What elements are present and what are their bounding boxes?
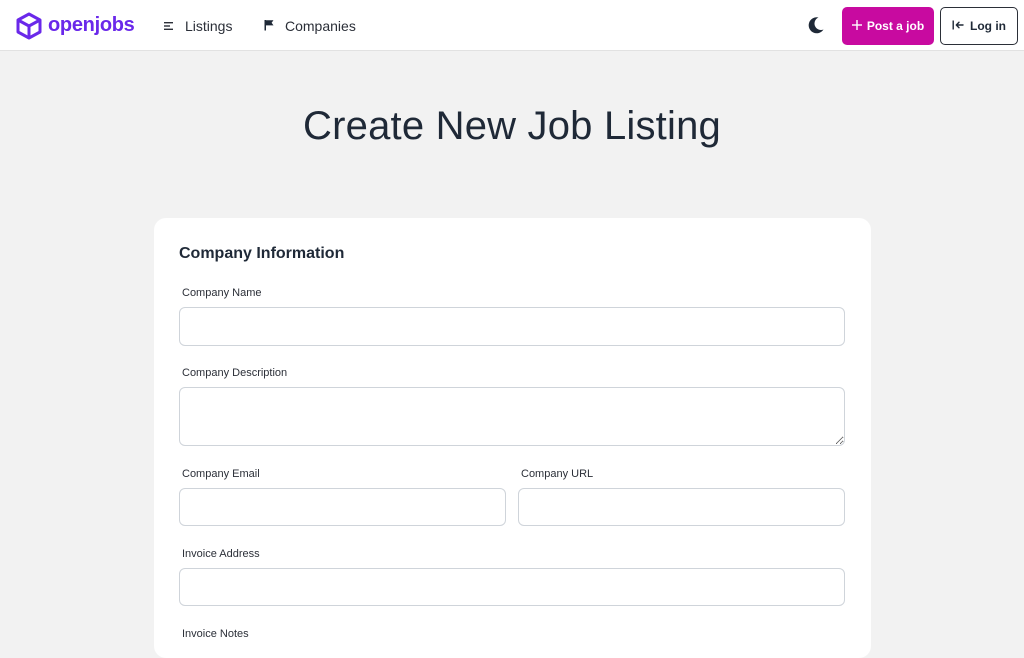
login-button[interactable]: Log in: [940, 7, 1018, 45]
company-description-textarea[interactable]: [179, 387, 845, 446]
list-icon: [163, 18, 185, 34]
theme-toggle-button[interactable]: [806, 15, 826, 35]
flag-icon: [263, 18, 285, 34]
invoice-address-label: Invoice Address: [182, 548, 260, 560]
cube-icon: [16, 12, 42, 40]
invoice-address-input[interactable]: [179, 568, 845, 606]
company-name-input[interactable]: [179, 307, 845, 346]
nav-companies-link[interactable]: Companies: [263, 16, 356, 36]
nav-listings-label: Listings: [185, 18, 233, 34]
login-label: Log in: [970, 19, 1006, 33]
company-url-label: Company URL: [521, 468, 594, 480]
company-description-label: Company Description: [182, 367, 288, 379]
section-title: Company Information: [179, 245, 345, 262]
nav-companies-label: Companies: [285, 18, 356, 34]
login-icon: [952, 19, 970, 33]
company-name-label: Company Name: [182, 287, 262, 299]
company-email-label: Company Email: [182, 468, 260, 480]
plus-icon: [851, 19, 867, 33]
nav-listings-link[interactable]: Listings: [163, 16, 232, 36]
logo-text: openjobs: [48, 14, 135, 36]
post-job-label: Post a job: [866, 19, 925, 33]
company-email-input[interactable]: [179, 488, 506, 526]
page-title: Create New Job Listing: [303, 104, 721, 148]
top-navbar: openjobs Listings Companies Post a job L…: [0, 0, 1024, 51]
moon-icon: [806, 17, 826, 39]
company-info-card: Company Information Company Name Company…: [154, 218, 871, 658]
company-url-input[interactable]: [518, 488, 845, 526]
post-job-button[interactable]: Post a job: [842, 7, 934, 45]
logo-link[interactable]: openjobs: [16, 11, 135, 40]
invoice-notes-label: Invoice Notes: [182, 628, 249, 640]
